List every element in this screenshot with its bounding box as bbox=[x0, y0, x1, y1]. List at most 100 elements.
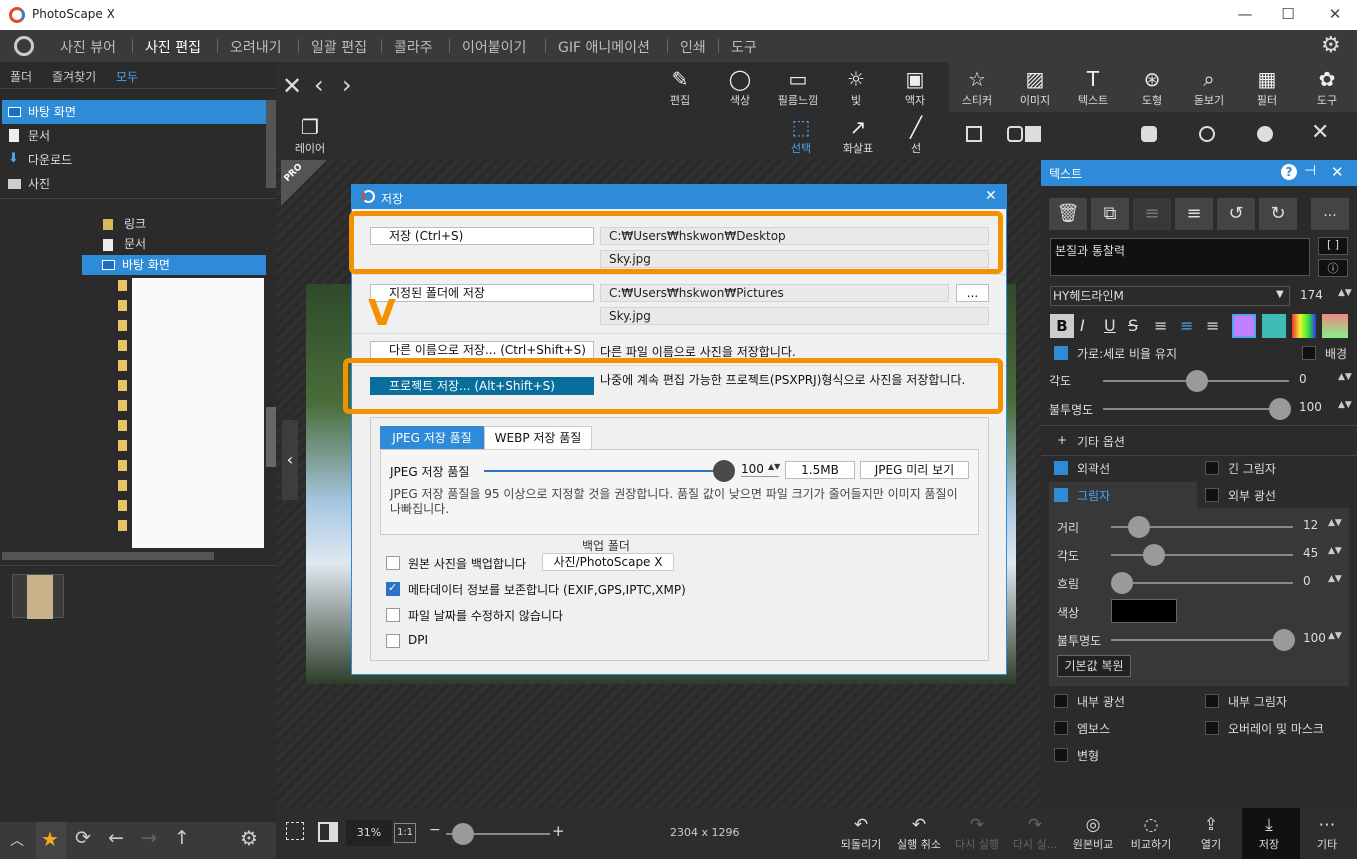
angle2-spinner-icon[interactable]: ▲▼ bbox=[1328, 546, 1342, 556]
color-swatch-pattern[interactable] bbox=[1262, 314, 1286, 338]
bring-front-icon[interactable]: ≡ bbox=[1133, 198, 1171, 230]
angle-value[interactable]: 0 bbox=[1299, 372, 1307, 386]
blur-knob[interactable] bbox=[1111, 572, 1133, 594]
rect-fill-icon[interactable] bbox=[1025, 126, 1041, 142]
back-icon[interactable]: ← bbox=[108, 827, 124, 849]
minimize-icon[interactable]: — bbox=[1230, 5, 1260, 23]
rect-outline-icon[interactable] bbox=[966, 126, 982, 142]
font-select[interactable]: HY헤드라인M bbox=[1050, 286, 1290, 306]
align-center-icon[interactable]: ≡ bbox=[1180, 316, 1193, 335]
tab-folder[interactable]: 폴더 bbox=[10, 68, 32, 85]
help-icon[interactable]: ? bbox=[1281, 164, 1297, 180]
outer-glow-label[interactable]: 외부 광선 bbox=[1228, 487, 1276, 504]
tab-all[interactable]: 모두 bbox=[116, 68, 138, 85]
collapse-up-icon[interactable]: ︿ bbox=[10, 830, 24, 850]
color-swatch-gradient[interactable] bbox=[1322, 314, 1348, 338]
collapse-left-icon[interactable]: ‹ bbox=[282, 420, 298, 500]
menu-collage[interactable]: 콜라주 bbox=[394, 37, 433, 57]
opacity-spinner-icon[interactable]: ▲▼ bbox=[1338, 400, 1352, 410]
distance-spinner-icon[interactable]: ▲▼ bbox=[1328, 518, 1342, 528]
tool-film[interactable]: ▭ 필름느낌 bbox=[770, 66, 826, 108]
distance-knob[interactable] bbox=[1128, 516, 1150, 538]
tool-text[interactable]: T 텍스트 bbox=[1065, 66, 1121, 108]
circle-outline-icon[interactable] bbox=[1199, 126, 1215, 142]
open-button[interactable]: ⇪ 열기 bbox=[1186, 814, 1236, 852]
save-to-folder-button[interactable]: 지정된 폴더에 저장 bbox=[370, 284, 594, 302]
emboss-checkbox[interactable] bbox=[1054, 721, 1068, 735]
tool-line[interactable]: ╱ 선 bbox=[888, 114, 944, 156]
quick-scrollbar[interactable] bbox=[266, 100, 276, 188]
tool-edit[interactable]: ✎ 편집 bbox=[652, 66, 708, 108]
opacity2-value[interactable]: 100 bbox=[1303, 631, 1326, 645]
circle-fill-icon[interactable] bbox=[1257, 126, 1273, 142]
tool-arrow[interactable]: ↗ 화살표 bbox=[830, 114, 886, 156]
inner-glow-checkbox[interactable] bbox=[1054, 694, 1068, 708]
rotate-left-icon[interactable]: ↺ bbox=[1217, 198, 1255, 230]
rotate-right-icon[interactable]: ↻ bbox=[1259, 198, 1297, 230]
close-panel-icon[interactable]: ✕ bbox=[1331, 163, 1344, 181]
tree-scrollbar[interactable] bbox=[266, 407, 276, 467]
emboss-label[interactable]: 엠보스 bbox=[1077, 720, 1110, 737]
menu-photo-edit[interactable]: 사진 편집 bbox=[145, 37, 201, 57]
thumbnail[interactable] bbox=[12, 574, 64, 619]
text-input[interactable]: 본질과 통찰력 bbox=[1050, 238, 1310, 276]
font-size-spinner-icon[interactable]: ▲▼ bbox=[1338, 288, 1352, 298]
align-left-icon[interactable]: ≡ bbox=[1154, 316, 1167, 335]
outline-checkbox[interactable] bbox=[1054, 461, 1068, 475]
tool-image[interactable]: ▨ 이미지 bbox=[1007, 66, 1063, 108]
undo-button[interactable]: ↶ 실행 취소 bbox=[894, 814, 944, 852]
compare-button[interactable]: ◌ 비교하기 bbox=[1126, 814, 1176, 852]
photoscape-home-icon[interactable] bbox=[14, 36, 34, 56]
underline-icon[interactable]: U bbox=[1104, 316, 1116, 335]
reset-button[interactable]: 기본값 복원 bbox=[1057, 655, 1131, 677]
quality-spinner-icon[interactable]: ▲▼ bbox=[768, 462, 780, 471]
angle2-knob[interactable] bbox=[1143, 544, 1165, 566]
refresh-icon[interactable]: ⟳ bbox=[75, 827, 91, 849]
dialog-close-icon[interactable]: ✕ bbox=[985, 188, 997, 204]
menu-cut-out[interactable]: 오려내기 bbox=[230, 37, 282, 57]
bold-icon[interactable]: B bbox=[1050, 314, 1074, 338]
maximize-icon[interactable]: ☐ bbox=[1273, 5, 1303, 23]
revert-button[interactable]: ↶ 되돌리기 bbox=[836, 814, 886, 852]
settings-gear-icon[interactable]: ⚙ bbox=[1321, 33, 1341, 58]
long-shadow-checkbox[interactable] bbox=[1205, 461, 1219, 475]
bg-checkbox[interactable] bbox=[1302, 346, 1316, 360]
inner-glow-label[interactable]: 내부 광선 bbox=[1077, 693, 1125, 710]
tool-layer[interactable]: ❐ 레이어 bbox=[282, 114, 338, 156]
redo-all-button[interactable]: ↷ 다시 실... bbox=[1010, 814, 1060, 852]
zoom-knob[interactable] bbox=[452, 823, 474, 845]
tab-webp-quality[interactable]: WEBP 저장 품질 bbox=[484, 426, 592, 450]
overlay-checkbox[interactable] bbox=[1205, 721, 1219, 735]
delete-icon[interactable]: 🗑 bbox=[1049, 198, 1087, 230]
more-icon[interactable]: ... bbox=[1311, 198, 1349, 230]
backup-checkbox[interactable] bbox=[386, 556, 400, 570]
tool-color[interactable]: ◯ 색상 bbox=[712, 66, 768, 108]
outer-glow-checkbox[interactable] bbox=[1205, 488, 1219, 502]
zoom-value[interactable]: 31% bbox=[346, 820, 392, 846]
tool-filter[interactable]: ▦ 필터 bbox=[1239, 66, 1295, 108]
color-swatch-rainbow[interactable] bbox=[1292, 314, 1316, 338]
opacity-slider[interactable] bbox=[1103, 408, 1289, 410]
blur-spinner-icon[interactable]: ▲▼ bbox=[1328, 574, 1342, 584]
italic-icon[interactable]: I bbox=[1080, 316, 1085, 335]
roundrect-fill-icon[interactable] bbox=[1141, 126, 1157, 142]
menu-print[interactable]: 인쇄 bbox=[680, 37, 706, 57]
up-icon[interactable]: ↑ bbox=[174, 827, 190, 849]
compare-original-button[interactable]: ◎ 원본비교 bbox=[1068, 814, 1118, 852]
close-shape-icon[interactable]: ✕ bbox=[1311, 120, 1329, 145]
shadow-label[interactable]: 그림자 bbox=[1077, 487, 1110, 504]
tool-magnifier[interactable]: ⌕ 돋보기 bbox=[1181, 66, 1237, 108]
tool-select[interactable]: ⬚ 선택 bbox=[773, 114, 829, 156]
outline-label[interactable]: 외곽선 bbox=[1077, 460, 1110, 477]
zoom-one-button[interactable]: 1:1 bbox=[394, 823, 416, 843]
tool-light[interactable]: ☼ 빛 bbox=[828, 66, 884, 108]
transform-checkbox[interactable] bbox=[1054, 748, 1068, 762]
strike-icon[interactable]: S bbox=[1128, 316, 1138, 335]
bracket-button[interactable]: [ ] bbox=[1318, 237, 1348, 255]
settings-icon[interactable]: ⚙ bbox=[240, 826, 258, 850]
shadow-checkbox[interactable] bbox=[1054, 488, 1068, 502]
menu-photo-viewer[interactable]: 사진 뷰어 bbox=[60, 37, 116, 57]
transform-label[interactable]: 변형 bbox=[1077, 747, 1099, 764]
shadow-color-swatch[interactable] bbox=[1111, 599, 1177, 623]
quick-pictures[interactable]: 사진 bbox=[2, 172, 266, 196]
